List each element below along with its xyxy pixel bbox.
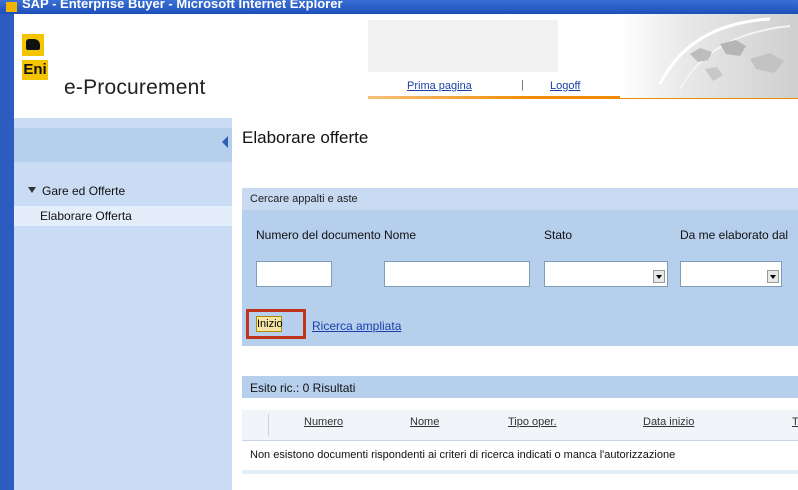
column-numero[interactable]: Numero (304, 416, 343, 428)
sidebar-item-label: Elaborare Offerta (40, 209, 132, 223)
nome-label: Nome (384, 228, 417, 242)
expand-down-icon (28, 187, 36, 193)
start-search-button[interactable]: Inizio (256, 316, 283, 332)
world-map-image (620, 14, 798, 98)
app-icon (6, 2, 17, 12)
header-panel (368, 20, 558, 72)
eni-logo: Eni (22, 34, 48, 86)
sidebar-section-gare[interactable]: Gare ed Offerte (28, 184, 125, 198)
window-title: SAP - Enterprise Buyer - Microsoft Inter… (22, 0, 343, 11)
nome-field[interactable] (384, 261, 530, 287)
table-footer (242, 470, 798, 474)
sidebar-toolbar (14, 128, 232, 162)
home-link[interactable]: Prima pagina (407, 80, 472, 92)
nav-separator: | (521, 79, 524, 91)
results-count: Esito ric.: 0 Risultati (250, 381, 356, 395)
search-panel: Cercare appalti e aste Numero del docume… (242, 188, 798, 346)
results-table-header: Numero Nome Tipo oper. Data inizio T (242, 410, 798, 441)
six-legged-dog-icon (22, 34, 44, 56)
collapse-left-icon[interactable] (222, 136, 228, 148)
column-nome[interactable]: Nome (410, 416, 439, 428)
empty-results-message: Non esistono documenti rispondenti ai cr… (250, 449, 676, 461)
window-titlebar: SAP - Enterprise Buyer - Microsoft Inter… (0, 0, 798, 14)
logoff-link[interactable]: Logoff (550, 80, 580, 92)
stato-select[interactable] (544, 261, 668, 287)
elaborato-select[interactable] (680, 261, 782, 287)
chevron-down-icon[interactable] (767, 270, 779, 283)
chevron-down-icon[interactable] (653, 270, 665, 283)
sidebar-section-label: Gare ed Offerte (42, 184, 126, 198)
stato-label: Stato (544, 228, 573, 242)
column-tipo-oper[interactable]: Tipo oper. (508, 416, 557, 428)
search-panel-title: Cercare appalti e aste (250, 193, 358, 205)
sidebar: Gare ed Offerte Elaborare Offerta (14, 118, 232, 490)
eni-logo-text: Eni (22, 60, 48, 80)
sidebar-item-elaborare-offerta[interactable]: Elaborare Offerta (14, 206, 232, 226)
advanced-search-link[interactable]: Ricerca ampliata (312, 319, 401, 333)
column-truncated[interactable]: T (792, 416, 798, 428)
numero-label: Numero del documento (256, 228, 381, 242)
column-data-inizio[interactable]: Data inizio (643, 416, 694, 428)
app-brand: e-Procurement (64, 76, 206, 99)
table-row: Non esistono documenti rispondenti ai cr… (242, 444, 798, 468)
elaborato-label: Da me elaborato dal (680, 228, 789, 242)
page-title: Elaborare offerte (242, 128, 369, 147)
column-divider (268, 414, 269, 436)
results-header: Esito ric.: 0 Risultati (242, 376, 798, 398)
window-left-border (0, 14, 14, 490)
numero-field[interactable] (256, 261, 332, 287)
search-panel-header: Cercare appalti e aste (242, 188, 798, 210)
